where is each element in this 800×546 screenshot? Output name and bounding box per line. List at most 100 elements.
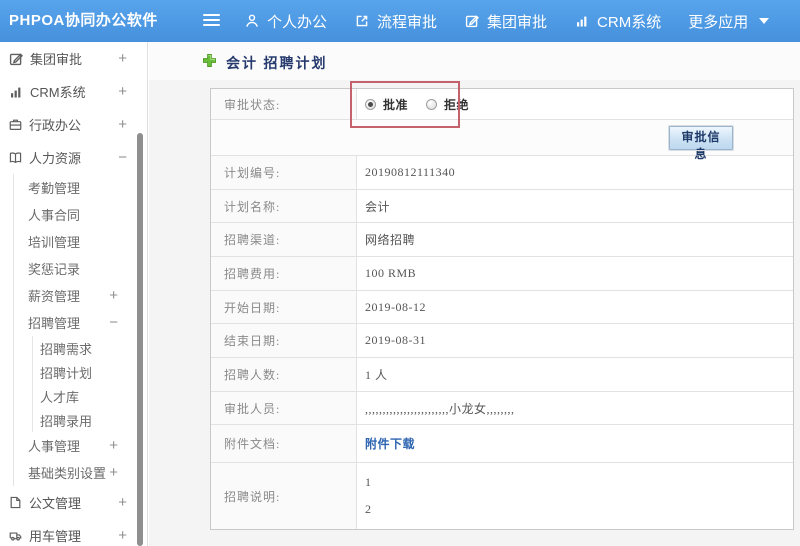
expand-plus-icon[interactable]: + (118, 84, 127, 99)
topnav-label: CRM系统 (597, 13, 662, 31)
field-value: 网络招聘 (365, 233, 416, 247)
top-navigation: 个人办公 流程审批 集团审批 CRM系统 更多应用 (244, 0, 770, 42)
field-label: 结束日期: (211, 324, 357, 357)
expand-plus-icon[interactable]: + (109, 288, 118, 303)
field-value: 会计 (365, 199, 391, 214)
topnav-item-4[interactable]: CRM系统 (574, 11, 661, 32)
sidebar-item-用车管理[interactable]: 用车管理 + (0, 519, 147, 546)
table-row: 附件文档: 附件下载 (211, 425, 793, 463)
sidebar-item-行政办公[interactable]: 行政办公 + (0, 108, 147, 141)
status-options: 批准 拒绝 (357, 89, 793, 119)
sidebar-item-label: 用车管理 (29, 529, 82, 544)
sidebar-item-奖惩记录[interactable]: 奖惩记录 (14, 255, 147, 282)
expand-plus-icon[interactable]: + (118, 528, 127, 543)
sidebar-item-基础类别设置[interactable]: 基础类别设置 + (14, 459, 147, 486)
sidebar-item-label: 人才库 (40, 389, 80, 405)
field-label: 附件文档: (211, 425, 357, 462)
sidebar-item-label: 薪资管理 (28, 289, 81, 304)
field-label: 审批人员: (211, 392, 357, 424)
sidebar-item-人力资源[interactable]: 人力资源 − (0, 141, 147, 174)
sidebar-item-招聘管理[interactable]: 招聘管理 − (14, 309, 147, 336)
topnav-item-5[interactable]: 更多应用 (688, 11, 770, 32)
status-option-批准: 批准 (365, 96, 408, 113)
sidebar-item-label: 奖惩记录 (28, 262, 81, 277)
document-icon (8, 495, 23, 510)
expand-plus-icon[interactable]: + (118, 117, 127, 132)
field-value: 12 (357, 463, 793, 529)
car-icon (8, 528, 23, 543)
sidebar-item-集团审批[interactable]: 集团审批 + (0, 42, 147, 75)
table-row: 招聘费用: 100 RMB (211, 257, 793, 291)
sidebar-scrollbar[interactable] (137, 133, 143, 546)
radio-approve[interactable] (365, 98, 376, 110)
attachment-download-link[interactable]: 附件下载 (365, 435, 415, 452)
field-value: 附件下载 (357, 425, 793, 462)
field-value: 1 人 (365, 368, 388, 382)
expand-plus-icon[interactable]: + (109, 465, 118, 480)
field-label: 招聘人数: (211, 358, 357, 391)
sidebar-item-label: 招聘需求 (40, 341, 93, 357)
sidebar-item-label: 培训管理 (28, 235, 81, 250)
table-row: 开始日期: 2019-08-12 (211, 291, 793, 324)
field-value: 100 RMB (365, 266, 417, 280)
topnav-item-3[interactable]: 集团审批 (464, 11, 547, 32)
app-logo: PHPOA协同办公软件 (9, 12, 158, 29)
button-row: 审批信息 (211, 120, 793, 161)
expand-plus-icon[interactable]: + (118, 51, 127, 66)
field-value: 20190812111340 (365, 165, 456, 179)
detail-table: 审批状态: 批准 拒绝 审批信息 计划编号: 20190812111340 计划名称:… (210, 88, 794, 530)
topnav-item-2[interactable]: 流程审批 (354, 11, 437, 32)
table-row: 审批人员: ,,,,,,,,,,,,,,,,,,,,,,,,小龙女,,,,,,,, (211, 392, 793, 425)
topbar: PHPOA协同办公软件 个人办公 流程审批 集团审批 CRM系统 更多应用 (0, 0, 800, 42)
sidebar-item-考勤管理[interactable]: 考勤管理 (14, 174, 147, 201)
topnav-item-1[interactable]: 个人办公 (244, 11, 327, 32)
sidebar-item-招聘计划[interactable]: 招聘计划 (33, 360, 147, 384)
bar-chart-icon (8, 84, 24, 100)
page-title: 会计 招聘计划 (202, 53, 328, 73)
sidebar-item-label: 人力资源 (29, 151, 82, 166)
edit-square-icon (8, 51, 24, 67)
collapse-minus-icon[interactable]: − (118, 150, 127, 165)
sidebar-item-label: 基础类别设置 (28, 466, 107, 481)
table-row: 招聘渠道: 网络招聘 (211, 223, 793, 257)
sidebar-item-培训管理[interactable]: 培训管理 (14, 228, 147, 255)
sidebar-item-label: 人事管理 (28, 439, 81, 454)
sidebar-item-人事管理[interactable]: 人事管理 + (14, 432, 147, 459)
topnav-label: 个人办公 (267, 13, 328, 31)
radio-label: 拒绝 (444, 97, 470, 112)
sidebar-item-人才库[interactable]: 人才库 (33, 384, 147, 408)
menu-toggle-icon[interactable] (203, 14, 220, 28)
field-value: ,,,,,,,,,,,,,,,,,,,,,,,,小龙女,,,,,,,, (365, 401, 515, 416)
sidebar-item-公文管理[interactable]: 公文管理 + (0, 486, 147, 519)
field-label: 计划编号: (211, 156, 357, 189)
field-label: 招聘渠道: (211, 223, 357, 256)
sidebar-item-CRM系统[interactable]: CRM系统 + (0, 75, 147, 108)
table-row: 结束日期: 2019-08-31 (211, 324, 793, 358)
add-icon (202, 53, 217, 73)
status-label: 审批状态: (211, 89, 357, 119)
main-content: 会计 招聘计划 审批状态: 批准 拒绝 审批信息 计划编号: 20190812111… (149, 42, 800, 546)
table-row: 计划名称: 会计 (211, 190, 793, 223)
sidebar-item-label: CRM系统 (30, 85, 86, 100)
expand-plus-icon[interactable]: + (109, 438, 118, 453)
topnav-label: 流程审批 (377, 13, 438, 31)
sidebar-item-招聘需求[interactable]: 招聘需求 (33, 336, 147, 360)
expand-plus-icon[interactable]: + (118, 495, 127, 510)
sidebar-item-label: 人事合同 (28, 208, 81, 223)
edit-square-icon (464, 13, 480, 29)
sidebar-item-label: 招聘计划 (40, 365, 93, 381)
sidebar-item-label: 集团审批 (30, 52, 83, 67)
book-icon (8, 150, 23, 165)
collapse-minus-icon[interactable]: − (109, 315, 118, 330)
description-line: 2 (365, 502, 372, 516)
sidebar-item-招聘录用[interactable]: 招聘录用 (33, 408, 147, 432)
briefcase-icon (8, 117, 23, 132)
topnav-label: 更多应用 (688, 13, 749, 31)
sidebar: 集团审批 + CRM系统 + 行政办公 + 人力资源 − 考勤管理 人事合同 培训管理 奖惩记录 薪资管… (0, 42, 148, 546)
sidebar-item-人事合同[interactable]: 人事合同 (14, 201, 147, 228)
approval-info-button[interactable]: 审批信息 (668, 125, 734, 161)
radio-reject[interactable] (426, 98, 438, 110)
radio-label: 批准 (383, 97, 409, 112)
status-row: 审批状态: 批准 拒绝 (211, 89, 793, 120)
sidebar-item-薪资管理[interactable]: 薪资管理 + (14, 282, 147, 309)
